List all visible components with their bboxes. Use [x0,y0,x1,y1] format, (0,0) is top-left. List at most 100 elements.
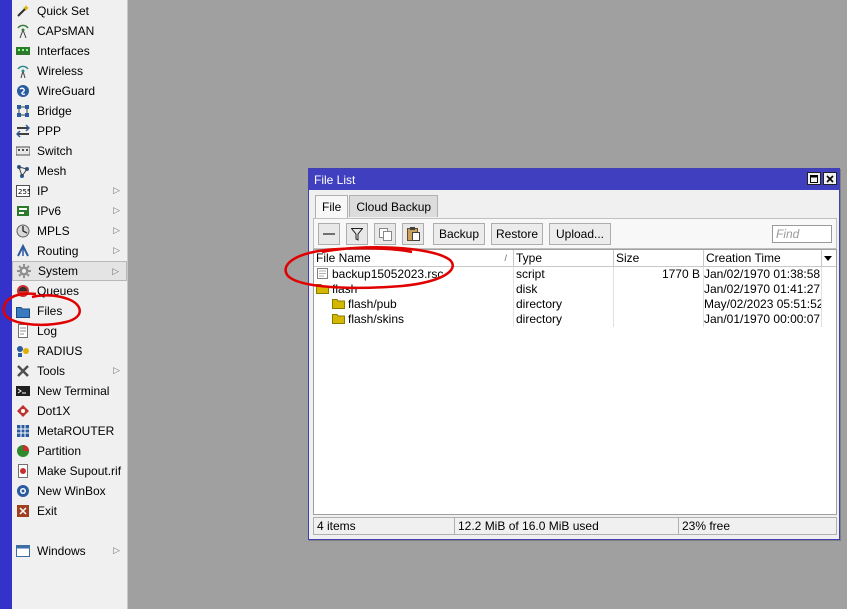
menu-item-capsman[interactable]: CAPsMAN [12,21,127,41]
menu-item-new-winbox[interactable]: New WinBox [12,481,127,501]
copy-icon [378,227,392,241]
ip-icon: 255 [15,183,31,199]
minus-icon [323,233,335,235]
menu-item-label: Dot1X [37,404,71,418]
menu-item-dot1x[interactable]: Dot1X [12,401,127,421]
sort-indicator-icon: / [504,253,507,263]
table-row[interactable]: flash/pub directory May/02/2023 05:51:52 [314,297,836,312]
menu-item-log[interactable]: Log [12,321,127,341]
cell-creation-time: Jan/01/1970 00:00:07 [704,312,822,327]
menu-item-mesh[interactable]: Mesh [12,161,127,181]
menu-item-label: Partition [37,444,82,458]
menu-item-ip[interactable]: 255 IP ▷ [12,181,127,201]
maximize-button[interactable] [807,172,821,185]
filter-button[interactable] [346,223,368,245]
cell-type: directory [514,297,614,312]
menu-item-make-supout-rif[interactable]: Make Supout.rif [12,461,127,481]
tab-cloud-backup[interactable]: Cloud Backup [349,195,439,217]
maximize-icon [810,174,818,183]
menu-item-bridge[interactable]: Bridge [12,101,127,121]
cell-creation-time: May/02/2023 05:51:52 [704,297,822,312]
file-name: flash/pub [348,297,397,311]
table-row[interactable]: flash disk Jan/02/1970 01:41:27 [314,282,836,297]
copy-button[interactable] [374,223,396,245]
backup-button[interactable]: Backup [433,223,485,245]
wireguard-icon [15,83,31,99]
chevron-down-icon [824,256,832,261]
column-header-size[interactable]: Size [614,250,704,266]
upload-button[interactable]: Upload... [549,223,611,245]
menu-item-files[interactable]: Files [12,301,127,321]
cell-type: disk [514,282,614,297]
window-title-bar[interactable]: File List [309,169,839,190]
column-header-file-name[interactable]: File Name / [314,250,514,266]
menu-item-new-terminal[interactable]: New Terminal [12,381,127,401]
tools-icon [15,363,31,379]
menu-item-mpls[interactable]: MPLS ▷ [12,221,127,241]
table-row[interactable]: flash/skins directory Jan/01/1970 00:00:07 [314,312,836,327]
menu-item-switch[interactable]: Switch [12,141,127,161]
menu-item-exit[interactable]: Exit [12,501,127,521]
column-chooser-button[interactable] [822,250,836,266]
menu-item-label: Make Supout.rif [37,464,122,478]
bridge-icon [15,103,31,119]
menu-item-radius[interactable]: RADIUS [12,341,127,361]
menu-item-label: Switch [37,144,73,158]
menu-item-windows[interactable]: Windows ▷ [12,541,127,561]
file-icon [316,267,332,281]
menu-item-routing[interactable]: Routing ▷ [12,241,127,261]
cell-creation-time: Jan/02/1970 01:41:27 [704,282,822,297]
close-button[interactable] [823,172,837,185]
table-row[interactable]: backup15052023.rsc script 1770 B Jan/02/197… [314,267,836,282]
menu-item-label: Mesh [37,164,67,178]
cell-file-name: flash [314,282,514,297]
restore-button[interactable]: Restore [491,223,543,245]
column-header-type[interactable]: Type [514,250,614,266]
file-name: backup15052023.rsc [332,267,444,281]
paste-icon [406,227,420,241]
file-list-window: File List File Cloud Backup Backup Resto… [308,168,840,540]
interfaces-icon [15,43,31,59]
menu-item-label: Queues [37,284,80,298]
filter-icon [351,227,363,241]
toolbar: Backup Restore Upload... [313,218,837,249]
find-input[interactable] [772,225,832,243]
menu-item-system[interactable]: System ▷ [12,261,127,281]
ppp-icon [15,123,31,139]
folder-icon [15,303,31,319]
switch-icon [15,143,31,159]
menu-item-ppp[interactable]: PPP [12,121,127,141]
menu-item-label: IP [37,184,49,198]
file-table: File Name / Type Size Creation Time back… [313,249,837,515]
column-header-creation-time[interactable]: Creation Time [704,250,822,266]
menu-item-metarouter[interactable]: MetaROUTER [12,421,127,441]
status-disk-free: 23% free [682,519,731,533]
menu-item-tools[interactable]: Tools ▷ [12,361,127,381]
menu-item-interfaces[interactable]: Interfaces [12,41,127,61]
cell-type: directory [514,312,614,327]
submenu-arrow-icon: ▷ [113,225,120,235]
status-disk-used: 12.2 MiB of 16.0 MiB used [455,518,679,534]
close-icon [826,174,834,183]
exit-icon [15,503,31,519]
menu-item-quick-set[interactable]: Quick Set [12,1,127,21]
windows-icon [15,543,31,559]
menu-item-label: MPLS [37,224,70,238]
remove-button[interactable] [318,223,340,245]
menu-item-queues[interactable]: Queues [12,281,127,301]
menu-item-wireguard[interactable]: WireGuard [12,81,127,101]
folder-icon [332,312,348,326]
menu-item-ipv6[interactable]: IPv6 ▷ [12,201,127,221]
window-title: File List [314,172,356,187]
menu-item-partition[interactable]: Partition [12,441,127,461]
routing-icon [15,243,31,259]
menu-item-label: Log [37,324,58,338]
menu-item-label: Tools [37,364,66,378]
submenu-arrow-icon: ▷ [113,365,120,375]
menu-item-label: New WinBox [37,484,106,498]
terminal-icon [15,383,31,399]
tab-file[interactable]: File [315,195,349,218]
menu-item-wireless[interactable]: Wireless [12,61,127,81]
menu-item-label: WireGuard [37,84,96,98]
paste-button[interactable] [402,223,424,245]
